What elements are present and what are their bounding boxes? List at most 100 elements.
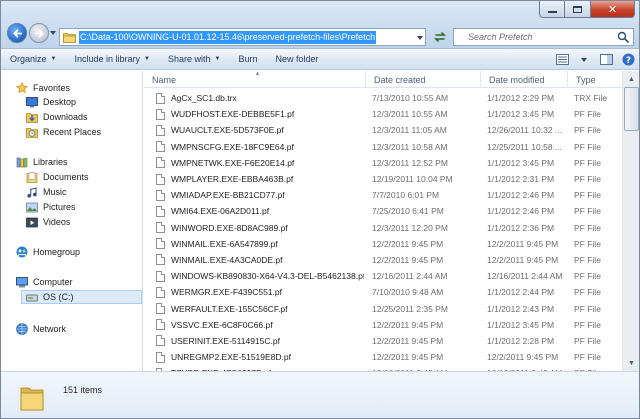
minimize-button[interactable] — [539, 1, 565, 18]
nav-music[interactable]: Music — [25, 185, 67, 199]
file-icon — [156, 157, 165, 169]
column-name[interactable]: ▲ Name — [144, 71, 366, 88]
file-type: PF File — [574, 254, 601, 265]
share-with-button[interactable]: Share with ▼ — [159, 49, 229, 70]
table-row[interactable]: WMPLAYER.EXE-EBBA463B.pf 12/19/2011 10:04… — [144, 171, 624, 187]
file-name: WMI64.EXE-06A2D011.pf — [144, 205, 364, 217]
nav-homegroup-label: Homegroup — [33, 247, 81, 257]
chevron-down-icon: ▼ — [50, 56, 57, 62]
table-row[interactable]: VSSVC.EXE-6C8F0C66.pf 12/2/2011 9:45 PM 1/… — [144, 317, 624, 333]
nav-desktop[interactable]: Desktop — [25, 95, 76, 109]
nav-pictures[interactable]: Pictures — [25, 200, 76, 214]
refresh-icon — [434, 32, 446, 42]
column-date-modified-label: Date modified — [489, 74, 545, 85]
refresh-button[interactable] — [430, 28, 450, 46]
date-modified: 1/1/2012 2:46 PM — [487, 206, 555, 217]
date-created: 12/25/2011 2:35 PM — [372, 303, 448, 314]
recent-pages-dropdown[interactable] — [49, 23, 57, 43]
table-row[interactable]: WINMAIL.EXE-4A3CA0DE.pf 12/2/2011 9:45 PM… — [144, 252, 624, 268]
date-created: 12/3/2011 11:05 AM — [372, 125, 447, 136]
table-row[interactable]: AgCx_SC1.db.trx 7/13/2010 10:55 AM 1/1/201… — [144, 90, 624, 106]
file-name-text: WINDOWS-KB890830-X64-V4.3-DEL-B5462138.p… — [171, 271, 364, 282]
date-created: 7/7/2010 6:01 PM — [372, 190, 440, 201]
date-modified: 12/26/2011 10:32 ... — [487, 125, 562, 136]
nav-os-drive[interactable]: OS (C:) — [21, 290, 142, 304]
nav-documents-label: Documents — [43, 172, 89, 182]
burn-button[interactable]: Burn — [229, 49, 266, 70]
file-type: PF File — [574, 125, 601, 136]
file-rows: AgCx_SC1.db.trx 7/13/2010 10:55 AM 1/1/201… — [144, 90, 624, 381]
nav-computer[interactable]: Computer — [15, 275, 73, 289]
search-icon[interactable] — [617, 31, 629, 45]
table-row[interactable]: WUDFHOST.EXE-DEBBE5F1.pf 12/3/2011 10:55 … — [144, 106, 624, 122]
date-modified: 1/1/2012 2:29 PM — [487, 93, 555, 104]
file-name: WINMAIL.EXE-4A3CA0DE.pf — [144, 254, 364, 266]
maximize-button[interactable] — [565, 1, 591, 18]
organize-label: Organize — [10, 54, 47, 64]
table-row[interactable]: WINMAIL.EXE-6A547899.pf 12/2/2011 9:45 PM… — [144, 236, 624, 252]
change-view-button[interactable] — [553, 51, 571, 68]
table-row[interactable]: WMI64.EXE-06A2D011.pf 7/25/2010 6:41 PM 1/… — [144, 203, 624, 219]
table-row[interactable]: WMPNETWK.EXE-F6E20E14.pf 12/3/2011 12:52 … — [144, 155, 624, 171]
table-row[interactable]: WERMGR.EXE-F439C551.pf 7/10/2010 9:48 AM 1… — [144, 284, 624, 300]
search-box[interactable]: Search Prefetch — [453, 28, 634, 46]
date-modified: 1/1/2012 3:45 PM — [487, 109, 555, 120]
organize-button[interactable]: Organize ▼ — [1, 49, 65, 70]
preview-pane-button[interactable] — [597, 51, 615, 68]
close-button[interactable]: ✕ — [591, 1, 635, 18]
scroll-up-button[interactable]: ▲ — [624, 71, 639, 87]
help-icon: ? — [622, 53, 634, 66]
view-options-button[interactable] — [575, 51, 593, 68]
file-icon — [156, 286, 165, 298]
column-type[interactable]: Type — [568, 71, 624, 88]
nav-videos[interactable]: Videos — [25, 215, 70, 229]
date-modified: 1/1/2012 2:28 PM — [487, 335, 555, 346]
table-row[interactable]: WINWORD.EXE-8D8AC989.pf 12/3/2011 12:20 P… — [144, 220, 624, 236]
forward-button[interactable] — [29, 23, 49, 43]
table-row[interactable]: WMIADAP.EXE-BB21CD77.pf 7/7/2010 6:01 PM 1… — [144, 187, 624, 203]
nav-libraries[interactable]: Libraries — [15, 155, 68, 169]
nav-documents[interactable]: Documents — [25, 170, 89, 184]
column-date-created[interactable]: Date created — [366, 71, 481, 88]
vertical-scrollbar[interactable]: ▲ ▼ — [622, 71, 639, 371]
table-row[interactable]: WMPNSCFG.EXE-18FC9E64.pf 12/3/2011 10:58 … — [144, 139, 624, 155]
new-folder-button[interactable]: New folder — [266, 49, 327, 70]
nav-pictures-label: Pictures — [43, 202, 76, 212]
address-bar[interactable]: C:\Data-100\OWNING-U-01.01.12-15.46\pres… — [59, 28, 426, 46]
nav-network[interactable]: Network — [15, 322, 66, 336]
scrollbar-thumb[interactable] — [624, 87, 639, 131]
help-button[interactable]: ? — [619, 51, 637, 68]
table-row[interactable]: WUAUCLT.EXE-5D573F0E.pf 12/3/2011 11:05 A… — [144, 122, 624, 138]
date-modified: 12/2/2011 9:45 PM — [487, 352, 559, 363]
file-name: AgCx_SC1.db.trx — [144, 92, 364, 104]
date-created: 12/2/2011 9:45 PM — [372, 238, 444, 249]
table-row[interactable]: WINDOWS-KB890830-X64-V4.3-DEL-B5462138.p… — [144, 268, 624, 284]
date-created: 12/3/2011 10:58 AM — [372, 141, 448, 152]
scroll-down-button[interactable]: ▼ — [624, 355, 639, 371]
table-row[interactable]: WERFAULT.EXE-155C56CF.pf 12/25/2011 2:35 … — [144, 300, 624, 316]
nav-downloads[interactable]: Downloads — [25, 110, 88, 124]
file-name: WERFAULT.EXE-155C56CF.pf — [144, 303, 364, 315]
file-name-text: UNREGMP2.EXE-51519E8D.pf — [171, 352, 291, 363]
file-name: WUDFHOST.EXE-DEBBE5F1.pf — [144, 108, 364, 120]
nav-libraries-label: Libraries — [33, 157, 68, 167]
table-row[interactable]: USERINIT.EXE-5114915C.pf 12/2/2011 9:45 P… — [144, 333, 624, 349]
table-row[interactable]: UNREGMP2.EXE-51519E8D.pf 12/2/2011 9:45 P… — [144, 349, 624, 365]
burn-label: Burn — [238, 54, 258, 64]
date-modified: 12/16/2011 2:44 AM — [487, 271, 563, 282]
include-in-library-button[interactable]: Include in library ▼ — [65, 49, 158, 70]
back-button[interactable] — [7, 23, 27, 43]
file-name: WMIADAP.EXE-BB21CD77.pf — [144, 189, 364, 201]
file-type: PF File — [574, 319, 601, 330]
column-date-modified[interactable]: Date modified — [481, 71, 568, 88]
address-dropdown-icon[interactable] — [417, 32, 423, 42]
date-modified: 1/1/2012 2:46 PM — [487, 190, 555, 201]
nav-recent-places[interactable]: Recent Places — [25, 125, 101, 139]
nav-homegroup[interactable]: Homegroup — [15, 245, 80, 259]
search-input[interactable]: Search Prefetch — [468, 32, 533, 42]
date-modified: 12/2/2011 9:45 PM — [487, 254, 559, 265]
nav-favorites[interactable]: Favorites — [15, 81, 70, 95]
file-icon — [156, 254, 165, 266]
address-path[interactable]: C:\Data-100\OWNING-U-01.01.12-15.46\pres… — [79, 30, 377, 44]
date-created: 12/3/2011 12:20 PM — [372, 222, 448, 233]
